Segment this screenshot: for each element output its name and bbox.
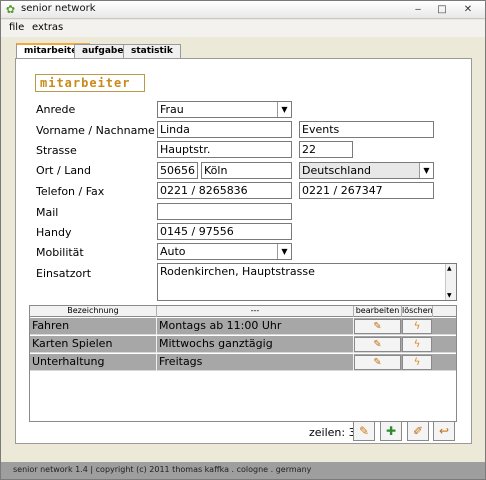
last-name-field[interactable]: Events <box>299 121 434 138</box>
delete-icon: ϟ <box>413 321 421 332</box>
anrede-select[interactable]: Frau ▼ <box>157 101 292 118</box>
table-cell-description: Freitags <box>157 354 354 371</box>
handy-label: Handy <box>36 226 72 239</box>
column-header-description[interactable]: --- <box>157 306 354 317</box>
app-window: ✿ senior network ‒ □ ✕ file extras mitar… <box>0 0 486 480</box>
mobilitaet-value: Auto <box>160 245 186 258</box>
delete-icon: ϟ <box>413 357 421 368</box>
edit-icon: ✎ <box>358 424 370 438</box>
back-button[interactable]: ↩ <box>433 421 455 441</box>
einsatzort-textarea[interactable]: Rodenkirchen, Hauptstrasse ▲ ▼ <box>157 263 457 301</box>
edit-icon: ✎ <box>373 357 382 368</box>
chevron-down-icon[interactable]: ▼ <box>419 163 433 178</box>
mail-field[interactable] <box>157 203 292 220</box>
edit-icon: ✎ <box>373 321 382 332</box>
app-icon: ✿ <box>5 3 16 16</box>
close-icon[interactable]: ✕ <box>459 2 477 17</box>
anrede-value: Frau <box>160 103 184 116</box>
mobilitaet-label: Mobilität <box>36 246 84 259</box>
column-header-loeschen[interactable]: löschen <box>402 306 433 317</box>
back-icon: ↩ <box>438 424 450 438</box>
edit-row-button[interactable]: ✎ <box>354 355 401 370</box>
table-row[interactable]: Fahren Montags ab 11:00 Uhr ✎ ϟ <box>30 318 456 335</box>
table-cell-bezeichnung: Fahren <box>30 318 157 335</box>
menu-file[interactable]: file <box>9 22 24 33</box>
status-bar: senior network 1.4 | copyright (c) 2011 … <box>1 462 485 479</box>
city-field[interactable]: Köln <box>201 162 292 179</box>
telefon-label: Telefon / Fax <box>36 185 105 198</box>
fax-field[interactable]: 0221 / 267347 <box>299 182 434 199</box>
phone-field[interactable]: 0221 / 8265836 <box>157 182 292 199</box>
maximize-icon[interactable]: □ <box>433 2 451 17</box>
mail-label: Mail <box>36 206 59 219</box>
column-header-bearbeiten[interactable]: bearbeiten <box>354 306 402 317</box>
delete-row-button[interactable]: ϟ <box>402 355 432 370</box>
table-row[interactable]: Karten Spielen Mittwochs ganztägig ✎ ϟ <box>30 336 456 353</box>
section-title: mitarbeiter <box>35 74 145 92</box>
chevron-down-icon[interactable]: ▼ <box>277 244 291 259</box>
tab-statistik[interactable]: statistik <box>123 44 181 58</box>
scroll-up-icon[interactable]: ▲ <box>447 265 452 272</box>
add-icon: ✚ <box>385 424 397 438</box>
country-select[interactable]: Deutschland ▼ <box>299 162 434 179</box>
einsatzort-value: Rodenkirchen, Hauptstrasse <box>160 265 315 278</box>
anrede-label: Anrede <box>36 103 76 116</box>
table-cell-description: Montags ab 11:00 Uhr <box>157 318 354 335</box>
first-name-field[interactable]: Linda <box>157 121 292 138</box>
einsatzort-label: Einsatzort <box>36 267 92 280</box>
edit-icon: ✐ <box>412 424 424 438</box>
edit-entry-button[interactable]: ✐ <box>407 421 429 441</box>
country-value: Deutschland <box>302 164 372 177</box>
edit-row-button[interactable]: ✎ <box>354 319 401 334</box>
delete-icon: ϟ <box>413 339 421 350</box>
column-header-bezeichnung[interactable]: Bezeichnung <box>30 306 157 317</box>
strasse-label: Strasse <box>36 144 77 157</box>
plz-field[interactable]: 50656 <box>157 162 198 179</box>
window-title: senior network <box>21 3 96 14</box>
delete-row-button[interactable]: ϟ <box>402 319 432 334</box>
edit-button[interactable]: ✎ <box>353 421 375 441</box>
edit-row-button[interactable]: ✎ <box>354 337 401 352</box>
table-cell-bezeichnung: Unterhaltung <box>30 354 157 371</box>
table-header: Bezeichnung --- bearbeiten löschen <box>30 306 456 317</box>
menu-bar: file extras <box>1 20 485 37</box>
table-cell-bezeichnung: Karten Spielen <box>30 336 157 353</box>
ort-label: Ort / Land <box>36 164 92 177</box>
title-bar: ✿ senior network ‒ □ ✕ <box>1 1 485 19</box>
table-cell-description: Mittwochs ganztägig <box>157 336 354 353</box>
street-field[interactable]: Hauptstr. <box>157 141 292 158</box>
mobilitaet-select[interactable]: Auto ▼ <box>157 243 292 260</box>
house-number-field[interactable]: 22 <box>299 141 353 158</box>
delete-row-button[interactable]: ϟ <box>402 337 432 352</box>
textarea-scrollbar[interactable]: ▲ ▼ <box>445 264 456 300</box>
mobile-field[interactable]: 0145 / 97556 <box>157 223 292 240</box>
row-count: zeilen: 3 <box>309 426 356 439</box>
add-button[interactable]: ✚ <box>380 421 402 441</box>
chevron-down-icon[interactable]: ▼ <box>277 102 291 117</box>
tasks-table: Bezeichnung --- bearbeiten löschen Fahre… <box>29 305 457 422</box>
scroll-down-icon[interactable]: ▼ <box>447 292 452 299</box>
menu-extras[interactable]: extras <box>32 22 63 33</box>
table-row[interactable]: Unterhaltung Freitags ✎ ϟ <box>30 354 456 371</box>
name-label: Vorname / Nachname <box>36 124 155 137</box>
minimize-icon[interactable]: ‒ <box>409 2 427 17</box>
edit-icon: ✎ <box>373 339 382 350</box>
